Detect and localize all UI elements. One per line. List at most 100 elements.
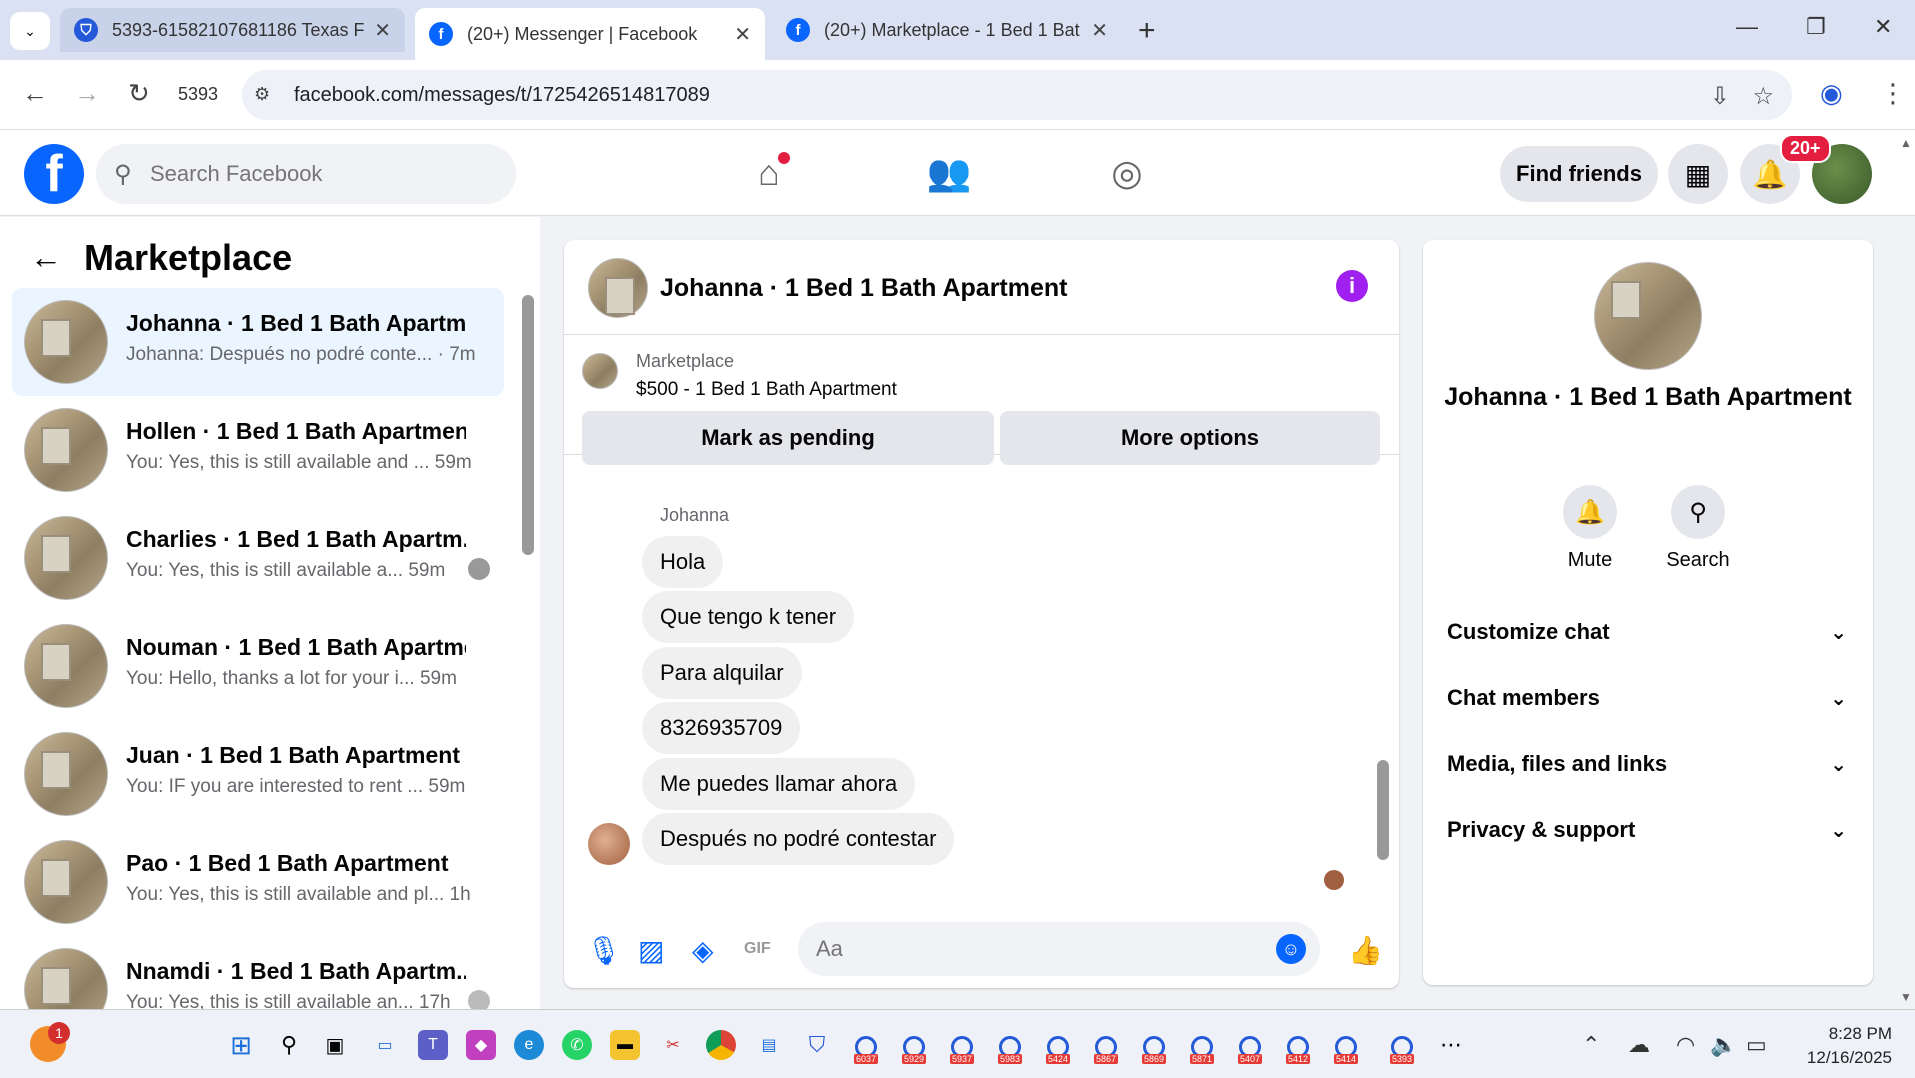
friends-nav-icon[interactable]: 👥 bbox=[924, 148, 974, 198]
notepad-icon[interactable]: ▤ bbox=[754, 1030, 784, 1060]
url-field[interactable]: ⚙ facebook.com/messages/t/17254265148170… bbox=[242, 70, 1792, 120]
chrome-icon[interactable] bbox=[706, 1030, 736, 1060]
snipping-tool-icon[interactable]: ✂ bbox=[658, 1030, 688, 1060]
scrollbar[interactable] bbox=[522, 295, 534, 555]
list-item[interactable]: Nouman · 1 Bed 1 Bath Apartment You: Hel… bbox=[12, 612, 504, 720]
message-bubble[interactable]: 8326935709 bbox=[642, 702, 801, 754]
photo-icon[interactable]: ▨ bbox=[638, 934, 664, 967]
profile-app-icon[interactable]: 5869 bbox=[1138, 1026, 1170, 1064]
message-bubble[interactable]: Para alquilar bbox=[642, 647, 802, 699]
tab-search-button[interactable]: ⌄ bbox=[10, 12, 50, 50]
new-tab-button[interactable]: + bbox=[1138, 14, 1156, 48]
list-item[interactable]: Nnamdi · 1 Bed 1 Bath Apartm... You: Yes… bbox=[12, 936, 504, 1009]
home-nav-icon[interactable]: ⌂ bbox=[744, 148, 794, 198]
restore-button[interactable]: ❐ bbox=[1806, 14, 1826, 40]
widgets-icon[interactable]: ▭ bbox=[370, 1030, 400, 1060]
close-icon[interactable]: ✕ bbox=[374, 18, 391, 43]
browser-tab[interactable]: f (20+) Marketplace - 1 Bed 1 Bat ✕ bbox=[772, 8, 1122, 52]
profile-app-icon[interactable]: 5393 bbox=[1386, 1026, 1418, 1064]
teams-icon[interactable]: T bbox=[418, 1030, 448, 1060]
account-icon[interactable]: ◉ bbox=[1820, 78, 1843, 109]
list-item[interactable]: Hollen · 1 Bed 1 Bath Apartment You: Yes… bbox=[12, 396, 504, 504]
list-item[interactable]: Charlies · 1 Bed 1 Bath Apartm... You: Y… bbox=[12, 504, 504, 612]
message-bubble[interactable]: Que tengo k tener bbox=[642, 591, 855, 643]
emoji-icon[interactable]: ☺ bbox=[1276, 934, 1306, 964]
volume-icon[interactable]: 🔈 bbox=[1710, 1032, 1737, 1058]
scrollbar[interactable] bbox=[1377, 760, 1389, 860]
profile-app-icon[interactable]: 5867 bbox=[1090, 1026, 1122, 1064]
profile-app-icon[interactable]: 5407 bbox=[1234, 1026, 1266, 1064]
list-item[interactable]: Pao · 1 Bed 1 Bath Apartment You: Yes, t… bbox=[12, 828, 504, 936]
avatar[interactable] bbox=[588, 258, 648, 318]
task-view-icon[interactable]: ▣ bbox=[320, 1030, 350, 1060]
bookmark-star-icon[interactable]: ☆ bbox=[1752, 82, 1774, 111]
message-bubble[interactable]: Hola bbox=[642, 536, 724, 588]
find-friends-button[interactable]: Find friends bbox=[1500, 146, 1658, 202]
site-settings-icon[interactable]: ⚙ bbox=[254, 84, 270, 105]
shield-app-icon[interactable]: ⛉ bbox=[802, 1030, 832, 1060]
contact-avatar[interactable] bbox=[1594, 262, 1702, 370]
microphone-icon[interactable]: 🎙 bbox=[586, 934, 622, 967]
wifi-icon[interactable]: ◠ bbox=[1676, 1032, 1695, 1058]
close-icon[interactable]: ✕ bbox=[734, 22, 751, 47]
more-apps-icon[interactable]: ⋯ bbox=[1436, 1030, 1466, 1060]
profile-app-icon[interactable]: 5414 bbox=[1330, 1026, 1362, 1064]
copilot-icon[interactable]: ◆ bbox=[466, 1030, 496, 1060]
thumbs-up-icon[interactable]: 👍 bbox=[1348, 934, 1383, 967]
chevron-up-icon[interactable]: ⌃ bbox=[1582, 1032, 1600, 1058]
list-item[interactable]: Johanna · 1 Bed 1 Bath Apartment Johanna… bbox=[12, 288, 504, 396]
edge-icon[interactable]: e bbox=[514, 1030, 544, 1060]
forward-arrow-icon[interactable]: → bbox=[74, 78, 100, 109]
sender-avatar[interactable] bbox=[588, 823, 630, 865]
message-bubble[interactable]: Me puedes llamar ahora bbox=[642, 758, 916, 810]
message-text-field[interactable] bbox=[816, 934, 1256, 964]
profile-app-icon[interactable]: 5871 bbox=[1186, 1026, 1218, 1064]
privacy-support-section[interactable]: Privacy & support ⌄ bbox=[1447, 805, 1847, 855]
more-options-button[interactable]: More options bbox=[1000, 411, 1380, 465]
profile-app-icon[interactable]: 5412 bbox=[1282, 1026, 1314, 1064]
profile-app-icon[interactable]: 5983 bbox=[994, 1026, 1026, 1064]
profile-app-icon[interactable]: 6037 bbox=[850, 1026, 882, 1064]
system-clock[interactable]: 8:28 PM 12/16/2025 bbox=[1780, 1022, 1892, 1070]
message-input[interactable]: ☺ bbox=[798, 922, 1320, 976]
url-text[interactable]: facebook.com/messages/t/1725426514817089 bbox=[294, 84, 710, 107]
browser-tab-active[interactable]: f (20+) Messenger | Facebook ✕ bbox=[415, 8, 765, 60]
info-icon[interactable]: i bbox=[1336, 270, 1368, 302]
message-bubble[interactable]: Después no podré contestar bbox=[642, 813, 955, 865]
battery-icon[interactable]: ▭ bbox=[1746, 1032, 1767, 1058]
windows-start-icon[interactable]: ⊞ bbox=[226, 1030, 256, 1060]
list-item[interactable]: Juan · 1 Bed 1 Bath Apartment You: IF yo… bbox=[12, 720, 504, 828]
chat-members-section[interactable]: Chat members ⌄ bbox=[1447, 673, 1847, 723]
scroll-down-arrow-icon[interactable]: ▼ bbox=[1900, 990, 1912, 1004]
window-close-button[interactable]: ✕ bbox=[1874, 14, 1892, 40]
sync-off-icon[interactable]: ☁ bbox=[1628, 1032, 1650, 1058]
facebook-logo[interactable]: f bbox=[24, 144, 84, 204]
menu-grid-icon[interactable]: ▦ bbox=[1668, 144, 1728, 204]
gif-icon[interactable]: GIF bbox=[744, 940, 771, 958]
search-input[interactable] bbox=[150, 154, 490, 194]
groups-nav-icon[interactable]: ◎ bbox=[1102, 148, 1152, 198]
profile-app-icon[interactable]: 5929 bbox=[898, 1026, 930, 1064]
search-button[interactable]: ⚲ Search bbox=[1643, 485, 1753, 572]
facebook-search[interactable]: ⚲ bbox=[96, 144, 516, 204]
back-arrow-icon[interactable]: ← bbox=[30, 239, 62, 276]
close-icon[interactable]: ✕ bbox=[1091, 18, 1108, 43]
listing-title[interactable]: $500 - 1 Bed 1 Bath Apartment bbox=[636, 379, 897, 401]
file-explorer-icon[interactable]: ▬ bbox=[610, 1030, 640, 1060]
minimize-button[interactable]: — bbox=[1736, 14, 1758, 40]
mute-button[interactable]: 🔔 Mute bbox=[1535, 485, 1645, 572]
profile-app-icon[interactable]: 5937 bbox=[946, 1026, 978, 1064]
whatsapp-icon[interactable]: ✆ bbox=[562, 1030, 592, 1060]
reload-icon[interactable]: ↻ bbox=[128, 78, 150, 109]
install-app-icon[interactable]: ⇩ bbox=[1710, 82, 1730, 111]
profile-app-icon[interactable]: 5424 bbox=[1042, 1026, 1074, 1064]
scroll-up-arrow-icon[interactable]: ▲ bbox=[1900, 136, 1912, 150]
customize-chat-section[interactable]: Customize chat ⌄ bbox=[1447, 607, 1847, 657]
browser-menu-icon[interactable]: ⋮ bbox=[1880, 78, 1906, 109]
sticker-icon[interactable]: ◈ bbox=[692, 934, 714, 967]
chat-title[interactable]: Johanna · 1 Bed 1 Bath Apartment bbox=[660, 274, 1067, 303]
search-icon[interactable]: ⚲ bbox=[274, 1030, 304, 1060]
mark-as-pending-button[interactable]: Mark as pending bbox=[582, 411, 994, 465]
media-files-links-section[interactable]: Media, files and links ⌄ bbox=[1447, 739, 1847, 789]
back-arrow-icon[interactable]: ← bbox=[22, 78, 48, 109]
